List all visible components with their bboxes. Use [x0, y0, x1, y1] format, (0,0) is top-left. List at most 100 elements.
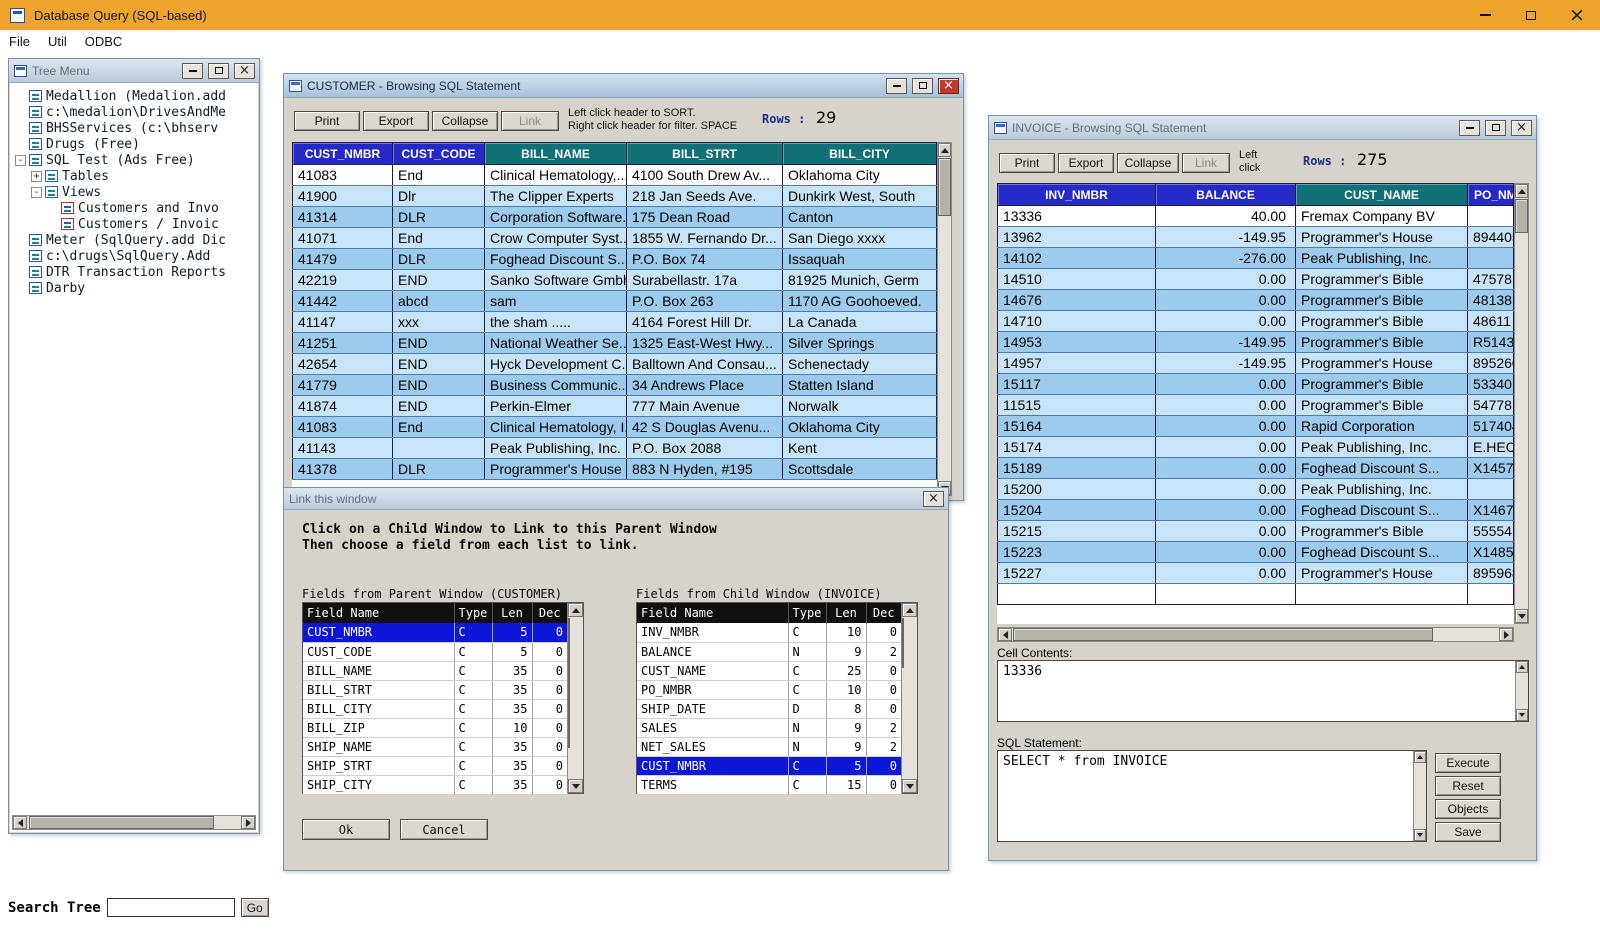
scrollbar-track[interactable] [1012, 628, 1499, 641]
field-row[interactable]: SALES N 9 2 [637, 718, 902, 737]
tree-expander-icon[interactable]: - [31, 187, 42, 198]
scroll-up-button[interactable] [1414, 751, 1426, 763]
print-button[interactable]: Print [294, 111, 360, 131]
table-row[interactable]: 15117 0.00 Programmer's Bible 53340 [998, 374, 1514, 395]
field-row[interactable]: CUST_NAME C 25 0 [637, 661, 902, 680]
scrollbar-thumb[interactable] [902, 618, 904, 668]
scroll-down-button[interactable] [1515, 609, 1528, 623]
table-row[interactable]: 41442 abcd sam P.O. Box 263 1170 AG Gooh… [293, 291, 937, 312]
tree-item[interactable]: c:\drugs\SqlQuery.Add [10, 248, 258, 264]
table-row[interactable]: 15215 0.00 Programmer's Bible 55554 [998, 521, 1514, 542]
field-row[interactable]: SHIP_NAME C 35 0 [303, 737, 568, 756]
minimize-button[interactable] [182, 63, 203, 79]
cancel-button[interactable]: Cancel [400, 819, 488, 840]
scroll-right-button[interactable] [241, 816, 255, 829]
field-row[interactable]: BALANCE N 9 2 [637, 642, 902, 661]
scrollbar-track[interactable] [902, 617, 917, 779]
field-row[interactable]: SHIP_DATE D 8 0 [637, 699, 902, 718]
scroll-down-button[interactable] [1414, 829, 1426, 841]
scroll-up-button[interactable] [1516, 661, 1528, 673]
collapse-button[interactable]: Collapse [1117, 153, 1179, 173]
scroll-right-button[interactable] [1499, 628, 1513, 641]
column-header[interactable]: CUST_CODE [393, 143, 485, 165]
invoice-vertical-scrollbar[interactable] [1514, 183, 1529, 624]
scrollbar-thumb[interactable] [938, 158, 951, 216]
table-row[interactable]: 14510 0.00 Programmer's Bible 47578 [998, 269, 1514, 290]
table-row[interactable]: 11515 0.00 Programmer's Bible 54778 [998, 395, 1514, 416]
close-button[interactable] [938, 78, 959, 94]
table-row[interactable]: 14957 -149.95 Programmer's House 895260 [998, 353, 1514, 374]
menu-item[interactable]: Util [39, 31, 76, 52]
field-row[interactable]: SHIP_STRT C 35 0 [303, 756, 568, 775]
menu-item[interactable]: File [0, 31, 39, 52]
scrollbar-thumb[interactable] [568, 618, 570, 748]
column-header[interactable]: BILL_CITY [783, 143, 937, 165]
field-row[interactable]: BILL_CITY C 35 0 [303, 699, 568, 718]
table-row[interactable]: 41147 xxx the sham ..... 4164 Forest Hil… [293, 312, 937, 333]
parent-fields-scrollbar[interactable] [567, 603, 583, 793]
scroll-up-button[interactable] [938, 143, 951, 157]
table-row[interactable]: 15174 0.00 Peak Publishing, Inc. E.HECTO [998, 437, 1514, 458]
tree-menu-titlebar[interactable]: Tree Menu [9, 59, 259, 83]
table-row[interactable]: 14710 0.00 Programmer's Bible 48611 [998, 311, 1514, 332]
scrollbar-thumb[interactable] [1515, 199, 1528, 233]
scrollbar-track[interactable] [27, 816, 241, 829]
field-row[interactable]: TERMS C 15 0 [637, 775, 902, 794]
tree-item[interactable]: BHSServices (c:\bhserv [10, 120, 258, 136]
tree-item[interactable]: Darby [10, 280, 258, 296]
column-header[interactable]: BALANCE [1156, 184, 1296, 206]
column-header[interactable]: BILL_STRT [627, 143, 783, 165]
column-header[interactable]: CUST_NMBR [293, 143, 393, 165]
field-row[interactable]: BILL_NAME C 35 0 [303, 661, 568, 680]
customer-titlebar[interactable]: CUSTOMER - Browsing SQL Statement [284, 74, 963, 98]
sql-statement-box[interactable]: SELECT * from INVOICE [997, 750, 1427, 842]
scrollbar-thumb[interactable] [1013, 628, 1433, 641]
menu-item[interactable]: ODBC [76, 31, 132, 52]
column-header[interactable]: PO_NMBR [1468, 184, 1514, 206]
objects-button[interactable]: Objects [1435, 799, 1501, 819]
table-row[interactable]: 15164 0.00 Rapid Corporation 517404 [998, 416, 1514, 437]
table-row[interactable]: 41314 DLR Corporation Software... 175 De… [293, 207, 937, 228]
scrollbar-track[interactable] [1516, 673, 1528, 709]
invoice-horizontal-scrollbar[interactable] [997, 627, 1514, 642]
minimize-button[interactable] [886, 78, 907, 94]
tree-item[interactable]: + Tables [10, 168, 258, 184]
scroll-down-button[interactable] [902, 779, 917, 793]
scroll-up-button[interactable] [568, 603, 583, 617]
child-fields-scrollbar[interactable] [901, 603, 917, 793]
scroll-up-button[interactable] [902, 603, 917, 617]
close-button[interactable] [234, 63, 255, 79]
maximize-button[interactable] [208, 63, 229, 79]
tree-item[interactable]: Customers / Invoic [10, 216, 258, 232]
table-row[interactable]: 41378 DLR Programmer's House 883 N Hyden… [293, 459, 937, 480]
close-button[interactable] [923, 491, 944, 507]
app-maximize-button[interactable] [1508, 0, 1554, 30]
table-row[interactable]: 41143 Peak Publishing, Inc. P.O. Box 208… [293, 438, 937, 459]
reset-button[interactable]: Reset [1435, 776, 1501, 796]
app-close-button[interactable] [1554, 0, 1600, 30]
field-row[interactable]: CUST_NMBR C 5 0 [303, 623, 568, 642]
minimize-button[interactable] [1459, 120, 1480, 136]
export-button[interactable]: Export [1058, 153, 1114, 173]
close-button[interactable] [1511, 120, 1532, 136]
tree-item[interactable]: - Views [10, 184, 258, 200]
collapse-button[interactable]: Collapse [432, 111, 498, 131]
scroll-down-button[interactable] [1516, 709, 1528, 721]
cell-contents-scrollbar[interactable] [1515, 661, 1528, 721]
scrollbar-track[interactable] [938, 157, 951, 481]
table-row[interactable]: 13336 40.00 Fremax Company BV [998, 206, 1514, 227]
tree-item[interactable]: Medallion (Medalion.add [10, 88, 258, 104]
field-row[interactable]: BILL_ZIP C 10 0 [303, 718, 568, 737]
table-row[interactable]: 13962 -149.95 Programmer's House 894405 [998, 227, 1514, 248]
customer-vertical-scrollbar[interactable] [937, 142, 952, 496]
sql-scrollbar[interactable] [1413, 751, 1426, 841]
export-button[interactable]: Export [363, 111, 429, 131]
field-row[interactable]: PO_NMBR C 10 0 [637, 680, 902, 699]
scrollbar-track[interactable] [568, 617, 583, 779]
table-row[interactable]: 42654 END Hyck Development C... Balltown… [293, 354, 937, 375]
tree-expander-icon[interactable]: - [15, 155, 26, 166]
tree-horizontal-scrollbar[interactable] [12, 815, 256, 830]
tree-item[interactable]: Meter (SqlQuery.add Dic [10, 232, 258, 248]
table-row[interactable]: 42219 END Sanko Software Gmbh Surabellas… [293, 270, 937, 291]
link-dialog-titlebar[interactable]: Link this window [284, 488, 948, 510]
